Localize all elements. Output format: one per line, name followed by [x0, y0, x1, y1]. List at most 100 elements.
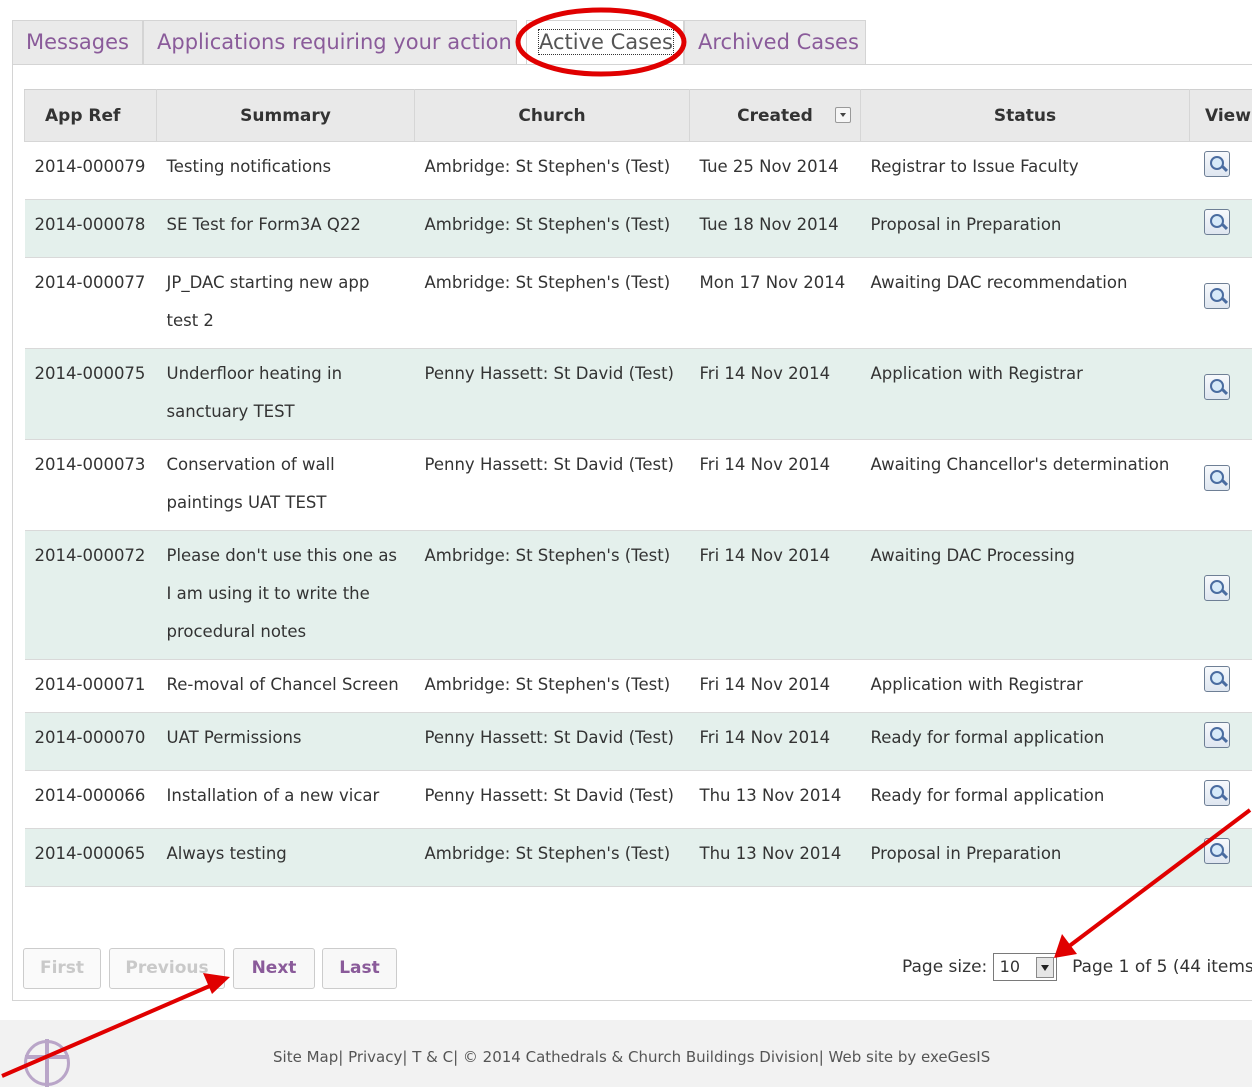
tab-applications-requiring-action[interactable]: Applications requiring your action — [143, 20, 517, 65]
cell-app-ref: 2014-000065 — [24, 828, 157, 887]
cell-status: Awaiting Chancellor's determination — [860, 439, 1190, 531]
pager-next-button[interactable]: Next — [233, 948, 315, 989]
cell-church: Ambridge: St Stephen's (Test) — [414, 659, 690, 713]
cell-app-ref: 2014-000075 — [24, 348, 157, 440]
cell-church: Ambridge: St Stephen's (Test) — [414, 141, 690, 200]
cell-created: Fri 14 Nov 2014 — [689, 348, 861, 440]
footer-separator: | — [818, 1048, 829, 1066]
cell-church: Ambridge: St Stephen's (Test) — [414, 257, 690, 349]
table-row: 2014-000078 SE Test for Form3A Q22 Ambri… — [24, 199, 1252, 258]
cell-church: Penny Hassett: St David (Test) — [414, 348, 690, 440]
footer-copyright: © 2014 Cathedrals & Church Buildings Div… — [462, 1048, 819, 1066]
cell-view — [1189, 348, 1252, 440]
cell-status: Ready for formal application — [860, 712, 1190, 771]
table-header-row: App Ref Summary Church Created Status Vi… — [24, 89, 1252, 142]
cell-view — [1189, 659, 1252, 713]
cell-summary: Conservation of wall paintings UAT TEST — [156, 439, 415, 531]
view-magnifier-icon[interactable] — [1203, 374, 1230, 400]
pager-first-button[interactable]: First — [23, 948, 101, 989]
active-cases-table: App Ref Summary Church Created Status Vi… — [24, 89, 1252, 887]
pager-last-button[interactable]: Last — [322, 948, 397, 989]
cell-status: Awaiting DAC recommendation — [860, 257, 1190, 349]
pager-previous-button[interactable]: Previous — [109, 948, 225, 989]
column-header-church[interactable]: Church — [414, 89, 690, 142]
column-header-created[interactable]: Created — [689, 89, 861, 142]
cell-summary: Underfloor heating in sanctuary TEST — [156, 348, 415, 440]
table-row: 2014-000077 JP_DAC starting new app test… — [24, 257, 1252, 349]
view-magnifier-icon[interactable] — [1203, 465, 1230, 491]
sort-dropdown-icon[interactable] — [835, 107, 851, 123]
column-header-status[interactable]: Status — [860, 89, 1190, 142]
church-logo-icon — [24, 1039, 70, 1087]
cell-view — [1189, 770, 1252, 829]
page-info: Page 1 of 5 (44 items) — [1072, 957, 1252, 977]
cell-status: Proposal in Preparation — [860, 199, 1190, 258]
column-header-created-label: Created — [737, 105, 813, 126]
footer-links: Site Map| Privacy| T & C| © 2014 Cathedr… — [273, 1048, 990, 1066]
footer-privacy-link[interactable]: Privacy — [348, 1048, 402, 1066]
cell-app-ref: 2014-000071 — [24, 659, 157, 713]
tab-applications-label: Applications requiring your action — [157, 30, 512, 54]
cell-church: Ambridge: St Stephen's (Test) — [414, 199, 690, 258]
cell-app-ref: 2014-000077 — [24, 257, 157, 349]
view-magnifier-icon[interactable] — [1203, 208, 1230, 235]
chevron-down-icon[interactable] — [1035, 957, 1054, 978]
cell-view — [1189, 199, 1252, 258]
cell-status: Proposal in Preparation — [860, 828, 1190, 887]
page-size-control: Page size: 10 Page 1 of 5 (44 items) — [902, 952, 1252, 982]
table-row: 2014-000066 Installation of a new vicar … — [24, 770, 1252, 829]
cell-view — [1189, 141, 1252, 200]
tab-active-cases[interactable]: Active Cases — [526, 20, 684, 65]
cell-church: Penny Hassett: St David (Test) — [414, 770, 690, 829]
page-size-select[interactable]: 10 — [992, 953, 1057, 981]
view-magnifier-icon[interactable] — [1203, 837, 1230, 864]
footer-separator: | — [338, 1048, 349, 1066]
cell-view — [1189, 712, 1252, 771]
column-header-summary[interactable]: Summary — [156, 89, 415, 142]
cell-view — [1189, 828, 1252, 887]
view-magnifier-icon[interactable] — [1203, 575, 1230, 601]
cell-status: Application with Registrar — [860, 348, 1190, 440]
column-header-app-ref[interactable]: App Ref — [24, 89, 157, 142]
footer-separator: | — [453, 1048, 463, 1066]
cell-summary: Please don't use this one as I am using … — [156, 530, 415, 660]
cell-status: Ready for formal application — [860, 770, 1190, 829]
cell-view — [1189, 530, 1252, 660]
table-row: 2014-000065 Always testing Ambridge: St … — [24, 828, 1252, 887]
cell-created: Fri 14 Nov 2014 — [689, 659, 861, 713]
column-header-view: View — [1189, 89, 1252, 142]
cell-church: Penny Hassett: St David (Test) — [414, 712, 690, 771]
page-size-value: 10 — [999, 957, 1021, 976]
cell-summary: UAT Permissions — [156, 712, 415, 771]
cell-view — [1189, 257, 1252, 349]
cell-created: Fri 14 Nov 2014 — [689, 712, 861, 771]
table-row: 2014-000073 Conservation of wall paintin… — [24, 439, 1252, 531]
table-row: 2014-000072 Please don't use this one as… — [24, 530, 1252, 660]
cell-app-ref: 2014-000073 — [24, 439, 157, 531]
view-magnifier-icon[interactable] — [1203, 721, 1230, 748]
cell-created: Tue 25 Nov 2014 — [689, 141, 861, 200]
view-magnifier-icon[interactable] — [1203, 779, 1230, 806]
footer-credit-link[interactable]: Web site by exeGesIS — [829, 1048, 991, 1066]
page-size-label: Page size: — [902, 957, 988, 977]
cell-status: Awaiting DAC Processing — [860, 530, 1190, 660]
footer-tc-link[interactable]: T & C — [412, 1048, 453, 1066]
cell-church: Ambridge: St Stephen's (Test) — [414, 828, 690, 887]
table-row: 2014-000079 Testing notifications Ambrid… — [24, 141, 1252, 200]
view-magnifier-icon[interactable] — [1203, 150, 1230, 177]
tab-active-cases-label: Active Cases — [538, 29, 674, 55]
view-magnifier-icon[interactable] — [1203, 666, 1230, 692]
cell-summary: Always testing — [156, 828, 415, 887]
cell-app-ref: 2014-000070 — [24, 712, 157, 771]
footer-site-map-link[interactable]: Site Map — [273, 1048, 338, 1066]
cell-status: Registrar to Issue Faculty — [860, 141, 1190, 200]
cell-created: Mon 17 Nov 2014 — [689, 257, 861, 349]
tab-archived-cases[interactable]: Archived Cases — [684, 20, 866, 65]
view-magnifier-icon[interactable] — [1203, 283, 1230, 309]
cell-created: Tue 18 Nov 2014 — [689, 199, 861, 258]
tab-archived-cases-label: Archived Cases — [698, 30, 859, 54]
cell-church: Penny Hassett: St David (Test) — [414, 439, 690, 531]
cell-created: Fri 14 Nov 2014 — [689, 439, 861, 531]
tab-messages[interactable]: Messages — [12, 20, 143, 65]
cell-summary: JP_DAC starting new app test 2 — [156, 257, 415, 349]
